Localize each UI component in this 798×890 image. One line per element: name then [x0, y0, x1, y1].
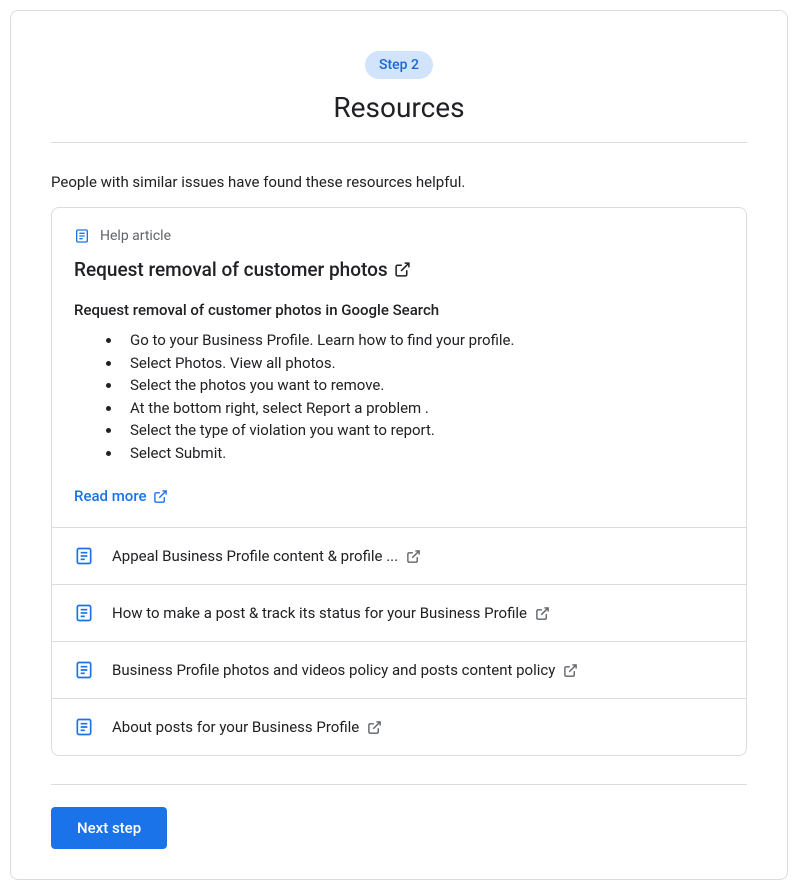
featured-title[interactable]: Request removal of customer photos [74, 258, 724, 281]
article-link-row[interactable]: How to make a post & track its status fo… [52, 584, 746, 641]
article-icon [74, 660, 94, 680]
step-item: At the bottom right, select Report a pro… [122, 397, 724, 420]
step-item: Go to your Business Profile. Learn how t… [122, 329, 724, 352]
bottom-divider [51, 784, 747, 785]
read-more-text: Read more [74, 487, 147, 505]
resources-box: Help article Request removal of customer… [51, 207, 747, 756]
article-icon [74, 228, 90, 244]
article-label-text: Help article [100, 228, 171, 244]
article-title-text: Business Profile photos and videos polic… [112, 661, 555, 679]
step-card: Step 2 Resources People with similar iss… [10, 10, 788, 880]
step-item: Select the photos you want to remove. [122, 374, 724, 397]
article-link-row[interactable]: Business Profile photos and videos polic… [52, 641, 746, 698]
featured-article: Help article Request removal of customer… [52, 208, 746, 527]
article-link-row[interactable]: Appeal Business Profile content & profil… [52, 527, 746, 584]
external-link-icon [394, 261, 411, 278]
article-icon [74, 603, 94, 623]
article-title-text: About posts for your Business Profile [112, 718, 359, 736]
step-badge: Step 2 [365, 51, 433, 79]
article-row-title: Business Profile photos and videos polic… [112, 661, 578, 679]
steps-list: Go to your Business Profile. Learn how t… [74, 329, 724, 464]
next-step-button[interactable]: Next step [51, 807, 167, 849]
step-item: Select the type of violation you want to… [122, 419, 724, 442]
article-row-title: Appeal Business Profile content & profil… [112, 547, 421, 565]
article-icon [74, 717, 94, 737]
external-link-icon [406, 549, 421, 564]
external-link-icon [367, 720, 382, 735]
step-item: Select Photos. View all photos. [122, 352, 724, 375]
article-row-title: About posts for your Business Profile [112, 718, 382, 736]
article-title-text: Appeal Business Profile content & profil… [112, 547, 398, 565]
article-icon [74, 546, 94, 566]
featured-subtitle: Request removal of customer photos in Go… [74, 301, 724, 319]
article-row-title: How to make a post & track its status fo… [112, 604, 550, 622]
read-more-link[interactable]: Read more [74, 487, 168, 505]
external-link-icon [563, 663, 578, 678]
external-link-icon [535, 606, 550, 621]
article-link-row[interactable]: About posts for your Business Profile [52, 698, 746, 755]
article-label: Help article [74, 228, 724, 244]
title-divider [51, 142, 747, 143]
intro-text: People with similar issues have found th… [51, 173, 747, 191]
page-title: Resources [51, 91, 747, 124]
step-item: Select Submit. [122, 442, 724, 465]
external-link-icon [153, 489, 168, 504]
article-title-text: How to make a post & track its status fo… [112, 604, 527, 622]
featured-title-text: Request removal of customer photos [74, 258, 388, 281]
